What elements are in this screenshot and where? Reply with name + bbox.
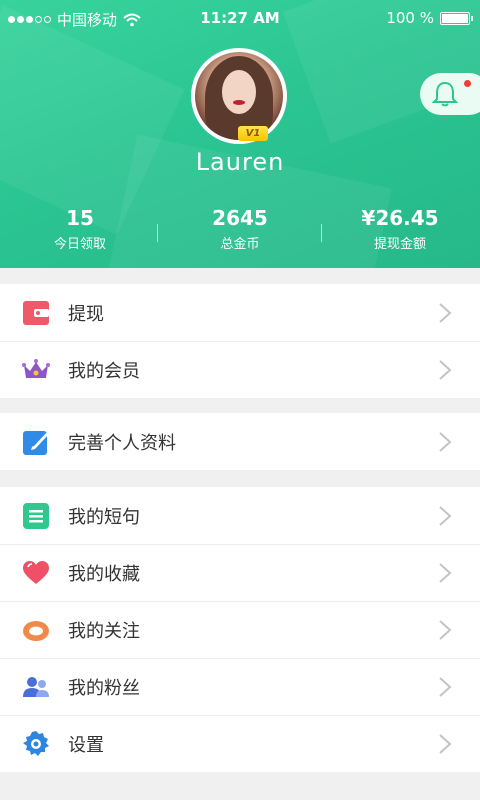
bell-icon xyxy=(432,81,458,107)
menu-item-withdraw[interactable]: 提现 xyxy=(0,284,480,341)
menu-item-label: 我的粉丝 xyxy=(68,677,140,699)
menu-item-label: 我的会员 xyxy=(68,360,140,382)
follow-ring-icon xyxy=(23,620,49,641)
stats-bar: 15 今日领取 2645 总金币 ¥26.45 提现金额 xyxy=(0,205,480,255)
chevron-right-icon xyxy=(439,562,452,583)
stat-total-coins[interactable]: 2645 总金币 xyxy=(160,205,320,252)
menu-item-fans[interactable]: 我的粉丝 xyxy=(0,658,480,715)
chevron-right-icon xyxy=(439,302,452,323)
crown-icon xyxy=(22,358,50,378)
stat-divider xyxy=(321,224,322,242)
heart-icon xyxy=(23,560,49,584)
username: Lauren xyxy=(195,148,285,176)
menu-item-label: 完善个人资料 xyxy=(68,432,176,454)
battery-icon xyxy=(440,11,473,25)
stat-value: 2645 xyxy=(212,206,268,230)
stat-label: 总金币 xyxy=(220,237,260,252)
menu-item-following[interactable]: 我的关注 xyxy=(0,601,480,658)
menu-item-label: 我的短句 xyxy=(68,506,140,528)
menu-group-wallet: 提现 我的会员 xyxy=(0,284,480,398)
menu-item-label: 我的关注 xyxy=(68,620,140,642)
notification-dot xyxy=(464,80,471,87)
vip-level-badge: V1 xyxy=(238,126,268,141)
menu-group-profile: 完善个人资料 xyxy=(0,413,480,470)
edit-profile-icon xyxy=(23,430,49,455)
notes-icon xyxy=(23,502,49,529)
stat-label: 提现金额 xyxy=(373,237,426,252)
notification-button[interactable] xyxy=(420,73,480,115)
wallet-icon xyxy=(23,300,49,325)
stat-value: ¥26.45 xyxy=(361,206,439,230)
menu-item-favorites[interactable]: 我的收藏 xyxy=(0,544,480,601)
stat-today-claimed[interactable]: 15 今日领取 xyxy=(0,205,160,252)
menu-item-label: 设置 xyxy=(68,734,104,756)
chevron-right-icon xyxy=(439,359,452,380)
menu-item-settings[interactable]: 设置 xyxy=(0,715,480,772)
menu-item-label: 我的收藏 xyxy=(68,563,140,585)
chevron-right-icon xyxy=(439,505,452,526)
menu-item-membership[interactable]: 我的会员 xyxy=(0,341,480,398)
menu-item-my-phrases[interactable]: 我的短句 xyxy=(0,487,480,544)
stat-divider xyxy=(157,224,158,242)
status-bar: 中国移动 11:27 AM 100 % xyxy=(0,0,480,36)
settings-gear-icon xyxy=(23,730,49,756)
fans-icon xyxy=(23,676,49,697)
chevron-right-icon xyxy=(439,733,452,754)
battery-percent: 100 % xyxy=(386,9,434,27)
profile-header: 中国移动 11:27 AM 100 % V1 Lauren 15 今日领取 26… xyxy=(0,0,480,268)
menu-item-label: 提现 xyxy=(68,303,104,325)
stat-value: 15 xyxy=(66,206,94,230)
chevron-right-icon xyxy=(439,619,452,640)
chevron-right-icon xyxy=(439,676,452,697)
stat-label: 今日领取 xyxy=(53,237,106,252)
chevron-right-icon xyxy=(439,431,452,452)
menu-item-complete-profile[interactable]: 完善个人资料 xyxy=(0,413,480,470)
menu-group-content: 我的短句 我的收藏 我的关注 我的粉丝 设置 xyxy=(0,487,480,772)
stat-withdraw-amount[interactable]: ¥26.45 提现金额 xyxy=(320,205,480,252)
